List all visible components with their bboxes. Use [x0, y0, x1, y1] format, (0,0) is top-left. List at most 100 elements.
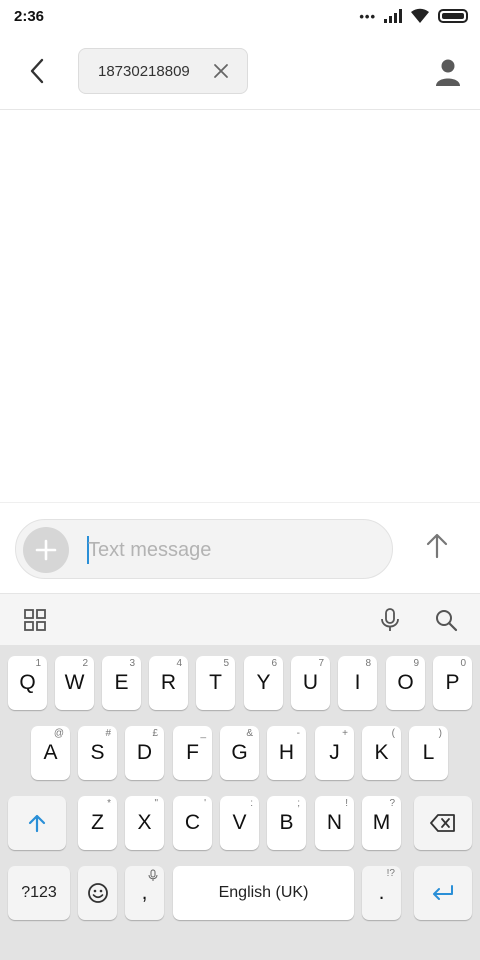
- key-label: B: [279, 811, 294, 834]
- emoji-key[interactable]: [78, 866, 117, 920]
- key-hint: 8: [365, 658, 371, 669]
- key-label: A: [43, 741, 58, 764]
- key-y[interactable]: Y6: [244, 656, 283, 710]
- key-h[interactable]: H-: [267, 726, 306, 780]
- key-k[interactable]: K(: [362, 726, 401, 780]
- key-label: U: [302, 671, 319, 694]
- key-label: D: [136, 741, 153, 764]
- key-hint: 2: [82, 658, 88, 669]
- key-label: G: [231, 741, 248, 764]
- key-label: M: [372, 811, 391, 834]
- status-time: 2:36: [14, 8, 45, 25]
- key-q[interactable]: Q1: [8, 656, 47, 710]
- key-r[interactable]: R4: [149, 656, 188, 710]
- enter-key[interactable]: [414, 866, 472, 920]
- key-o[interactable]: O9: [386, 656, 425, 710]
- key-w[interactable]: W2: [55, 656, 94, 710]
- key-label: V: [232, 811, 247, 834]
- key-hint: :: [250, 798, 253, 809]
- key-label: O: [397, 671, 414, 694]
- key-hint: 0: [460, 658, 466, 669]
- key-hint: 5: [223, 658, 229, 669]
- remove-recipient-icon[interactable]: [213, 63, 229, 79]
- key-a[interactable]: A @: [31, 726, 70, 780]
- key-e[interactable]: E3: [102, 656, 141, 710]
- key-m[interactable]: M?: [362, 796, 401, 850]
- key-label: L: [422, 741, 435, 764]
- key-label: English (UK): [218, 884, 309, 901]
- enter-icon: [433, 885, 453, 900]
- key-hint: ?: [389, 798, 395, 809]
- key-hint: 7: [318, 658, 324, 669]
- key-hint: £: [152, 728, 158, 739]
- recipient-chip[interactable]: 18730218809: [78, 48, 248, 94]
- key-hint: #: [105, 728, 111, 739]
- key-hint: !?: [386, 868, 395, 879]
- search-icon[interactable]: [433, 607, 459, 633]
- key-hint: +: [342, 728, 348, 739]
- key-hint: 1: [35, 658, 41, 669]
- key-hint: ": [154, 798, 158, 809]
- key-hint: -: [296, 728, 300, 739]
- backspace-icon: [430, 814, 455, 832]
- key-hint: ): [438, 728, 442, 739]
- key-hint: 6: [271, 658, 277, 669]
- key-label: C: [184, 811, 201, 834]
- key-t[interactable]: T5: [196, 656, 235, 710]
- key-hint: 9: [413, 658, 419, 669]
- comma-key[interactable]: ,: [125, 866, 164, 920]
- symbols-key[interactable]: ?123: [8, 866, 70, 920]
- key-v[interactable]: V:: [220, 796, 259, 850]
- key-b[interactable]: B;: [267, 796, 306, 850]
- key-c[interactable]: C ': [173, 796, 212, 850]
- key-j[interactable]: J +: [315, 726, 354, 780]
- key-f[interactable]: F _: [173, 726, 212, 780]
- key-label: E: [114, 671, 129, 694]
- key-p[interactable]: P0: [433, 656, 472, 710]
- key-n[interactable]: N!: [315, 796, 354, 850]
- key-hint: _: [200, 728, 206, 739]
- apps-grid-icon[interactable]: [22, 607, 48, 633]
- period-key[interactable]: .!?: [362, 866, 401, 920]
- key-d[interactable]: D £: [125, 726, 164, 780]
- mic-hint-icon: [148, 869, 158, 881]
- key-label: N: [326, 811, 343, 834]
- key-z[interactable]: Z *: [78, 796, 117, 850]
- key-label: Z: [91, 811, 104, 834]
- key-label: Q: [19, 671, 36, 694]
- key-label: X: [137, 811, 152, 834]
- signal-icon: [384, 9, 402, 23]
- key-label: .: [378, 881, 385, 904]
- backspace-key[interactable]: [414, 796, 472, 850]
- key-hint: 4: [176, 658, 182, 669]
- contact-icon[interactable]: [432, 56, 464, 88]
- battery-icon: [438, 9, 468, 23]
- key-u[interactable]: U7: [291, 656, 330, 710]
- emoji-icon: [87, 883, 108, 903]
- back-button[interactable]: [22, 54, 52, 88]
- key-g[interactable]: G &: [220, 726, 259, 780]
- key-label: P: [445, 671, 460, 694]
- shift-key[interactable]: [8, 796, 66, 850]
- send-icon[interactable]: [422, 531, 452, 561]
- key-s[interactable]: S #: [78, 726, 117, 780]
- key-label: K: [374, 741, 389, 764]
- key-label: F: [186, 741, 199, 764]
- message-input[interactable]: [88, 532, 378, 568]
- recipient-number: 18730218809: [98, 62, 190, 80]
- add-attachment-button[interactable]: [23, 527, 69, 573]
- microphone-icon[interactable]: [377, 607, 403, 633]
- composer-field: [15, 519, 393, 579]
- key-hint: ;: [297, 798, 300, 809]
- key-i[interactable]: I8: [338, 656, 377, 710]
- status-bar: 2:36 •••: [0, 0, 480, 34]
- key-hint: ': [204, 798, 206, 809]
- key-label: H: [278, 741, 295, 764]
- key-x[interactable]: X ": [125, 796, 164, 850]
- back-arrow-icon: [30, 58, 44, 84]
- key-l[interactable]: L): [409, 726, 448, 780]
- message-thread: [0, 110, 480, 502]
- key-label: T: [209, 671, 222, 694]
- key-label: J: [329, 741, 340, 764]
- space-key[interactable]: English (UK): [173, 866, 354, 920]
